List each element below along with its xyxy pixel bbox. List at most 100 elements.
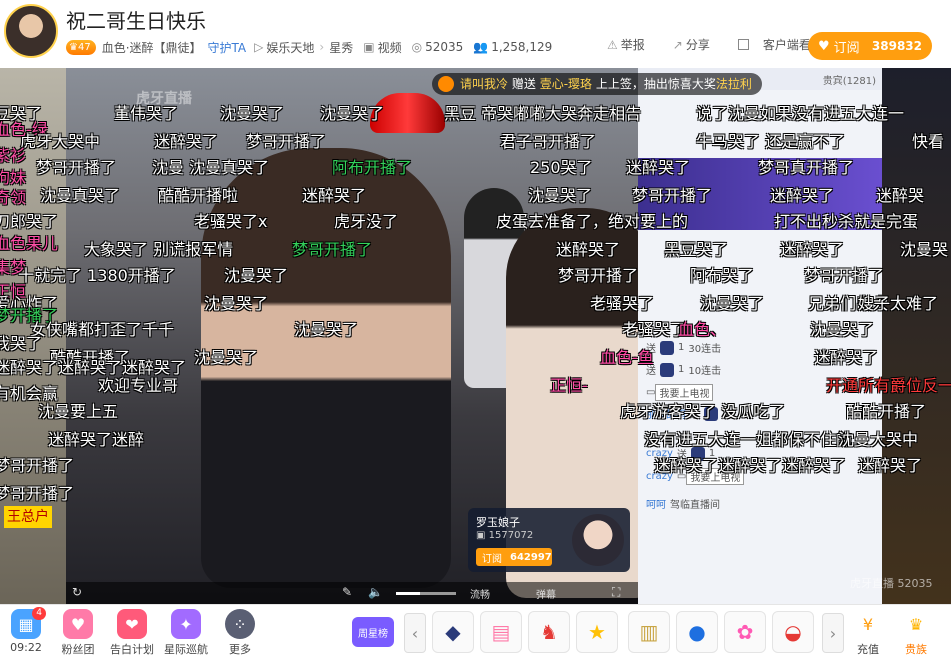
subscribe-button[interactable]: ♥ 订阅 389832 <box>808 32 932 60</box>
crown-icon: ♛ <box>908 614 924 634</box>
danmaku-comment: 梦哥开播了 <box>632 186 713 205</box>
report-button[interactable]: ⚠ 举报 <box>607 36 659 53</box>
room-watermark: 虎牙直播 52035 <box>850 577 933 590</box>
confession-plan-button[interactable]: ❤ 告白计划 <box>106 609 158 659</box>
gift-slot-5[interactable]: ▥ <box>628 611 670 653</box>
guard-link[interactable]: 守护TA <box>208 39 247 56</box>
edit-icon[interactable]: ✎ <box>342 585 352 599</box>
danmaku-comment: 沈曼哭了 <box>320 104 385 123</box>
treasure-timer: 09:22 <box>10 641 42 654</box>
gift-slot-8[interactable]: ◒ <box>772 611 814 653</box>
gift-slot-1[interactable]: ◆ <box>432 611 474 653</box>
users-icon: 👥 <box>473 40 489 54</box>
danmaku-comment: 沈曼哭了 <box>700 294 765 313</box>
heart-icon: ♥ <box>818 38 830 54</box>
danmaku-comment: 十就完了 1380开播了 <box>18 266 176 285</box>
anchor-card[interactable]: 罗玉娘子 ▣ 1577072 订阅 642997 <box>468 508 630 572</box>
danmaku-comment: 迷醉哭了 <box>780 240 845 259</box>
barrage-toggle[interactable]: 弹幕 <box>536 586 556 601</box>
danmaku-comment: 梦哥开播了 <box>0 456 75 475</box>
danmaku-comment: 我哭了 <box>0 334 43 353</box>
volume-slider[interactable] <box>396 592 456 595</box>
share-button[interactable]: ↗ 分享 <box>673 36 724 53</box>
danmaku-comment: 有机会赢 <box>0 384 59 403</box>
danmaku-comment: 迷醉哭了 <box>302 186 367 205</box>
anchor-subscribe-button[interactable]: 订阅 642997 <box>476 548 552 566</box>
danmaku-comment: 狗妹 <box>0 168 27 187</box>
danmaku-comment: 虎牙没了 <box>334 212 399 231</box>
danmaku-comment: 沈曼哭了 <box>220 104 285 123</box>
room-meta: ♛47 血色·迷醉【鼎徒】 守护TA ▷ 娱乐天地 › 星秀 ▣ 视频 ◎ 52035 👥… <box>66 38 562 56</box>
guild-name[interactable]: 血色·迷醉【鼎徒】 <box>102 39 202 56</box>
card-icon: ▥ <box>639 620 659 644</box>
danmaku-comment: 沈曼要上五 <box>38 402 119 421</box>
danmaku-comment: 血色果儿 <box>0 234 59 253</box>
danmaku-comment: 沈曼哭了 <box>224 266 289 285</box>
danmaku-comment: 沈曼真哭了 <box>40 186 121 205</box>
volume-fill <box>396 592 420 595</box>
video-player[interactable]: 虎牙直播 贵宾(1281) 送 1 30连击送 1 10连击 ▭ 我要上电视 那天的雨送 1 c… <box>0 68 951 604</box>
play-circle-icon: ▷ <box>254 40 264 54</box>
danmaku-comment: 皮蛋去准备了，绝对要上的 <box>496 212 689 231</box>
danmaku-comment: 阿布开播了 <box>332 158 413 177</box>
treasure-badge: 4 <box>32 607 46 620</box>
fan-club-button[interactable]: ♥ 粉丝团 <box>52 609 104 659</box>
danmaku-comment: 老骚哭了 <box>590 294 655 313</box>
gift-slot-7[interactable]: ✿ <box>724 611 766 653</box>
gift-icon <box>660 362 674 377</box>
danmaku-comment: 刀郎哭了 <box>0 212 59 231</box>
danmaku-comment: 快看 <box>912 132 945 151</box>
week-star-button[interactable]: 周星榜 <box>352 617 394 647</box>
danmaku-comment: 黑豆哭了 <box>664 240 729 259</box>
danmaku-comment: 阿布哭了 <box>690 266 755 285</box>
player-controls: ↻ ✎ 🔈 流畅 弹幕 ⛶ <box>66 582 638 604</box>
danmaku-comment: 迷醉哭了 <box>556 240 621 259</box>
danmaku-comment: 迷醉哭 <box>876 186 925 205</box>
combo-count: 30连击 <box>688 344 722 355</box>
noble-button[interactable]: ♛ 贵族 <box>890 609 942 659</box>
category-link[interactable]: ▷ 娱乐天地 › 星秀 <box>254 39 353 56</box>
gift-slot-3[interactable]: ♞ <box>528 611 570 653</box>
recharge-button[interactable]: ¥ 充值 <box>842 609 894 659</box>
host-avatar[interactable] <box>4 4 58 58</box>
fans-count: ◎ 52035 <box>411 40 464 54</box>
lock-icon: ▣ <box>476 530 489 541</box>
danmaku-comment: 迷醉哭了迷醉 <box>48 430 145 449</box>
gift-slot-6[interactable]: ● <box>676 611 718 653</box>
danmaku-comment: 老骚哭了x <box>194 212 268 231</box>
gift-slot-4[interactable]: ★ <box>576 611 618 653</box>
refresh-icon[interactable]: ↻ <box>72 585 82 599</box>
more-button[interactable]: ⁘ 更多 <box>214 609 266 659</box>
chat-text: 我要上电视 <box>655 384 714 401</box>
anchor-id: ▣ 1577072 <box>476 530 534 541</box>
star-cruise-button[interactable]: ✦ 星际巡航 <box>160 609 212 659</box>
video-link[interactable]: ▣ 视频 <box>363 39 401 56</box>
checkbox[interactable] <box>737 39 749 50</box>
fullscreen-icon[interactable]: ⛶ <box>612 585 620 600</box>
danmaku-comment: 沈曼 沈曼真哭了 <box>152 158 270 177</box>
danmaku-comment: 梦哥开播了 <box>36 158 117 177</box>
gift-prev-button[interactable]: ‹ <box>404 613 426 653</box>
treasure-box[interactable]: ▦ 4 09:22 <box>0 607 52 659</box>
danmaku-comment: 梦哥开播了 <box>246 132 327 151</box>
gift-next-button[interactable]: › <box>822 613 844 653</box>
gift-slot-2[interactable]: ▤ <box>480 611 522 653</box>
danmaku-comment: 沈曼哭了 <box>194 348 259 367</box>
flower-icon: ✿ <box>736 620 754 644</box>
danmaku-comment: 迷醉哭了 <box>626 158 691 177</box>
room-title: 祝二哥生日快乐 <box>66 9 206 33</box>
chat-username[interactable]: 呵呵 <box>646 496 666 511</box>
danmaku-comment: 沈曼哭了 <box>294 320 359 339</box>
danmaku-comment: 迷醉哭了迷醉哭了迷醉哭了 <box>0 358 187 377</box>
anchor-avatar[interactable] <box>572 514 624 566</box>
share-icon: ↗ <box>672 37 683 52</box>
gift-notice: 请叫我冷 赠送 壹心-璎珞 上上签，抽出惊喜大奖法拉利 <box>432 73 762 95</box>
danmaku-comment: 血色、 <box>678 320 727 339</box>
fans-icon: ◎ <box>411 40 423 54</box>
danmaku-comment: 奇领 <box>0 188 27 207</box>
danmaku-comment: 沈曼哭了 <box>528 186 593 205</box>
sapphire-icon: ● <box>688 620 706 644</box>
volume-icon[interactable]: 🔈 <box>368 585 383 599</box>
chat-message: 送 1 10连击 <box>646 362 721 377</box>
definition-button[interactable]: 流畅 <box>470 586 490 601</box>
